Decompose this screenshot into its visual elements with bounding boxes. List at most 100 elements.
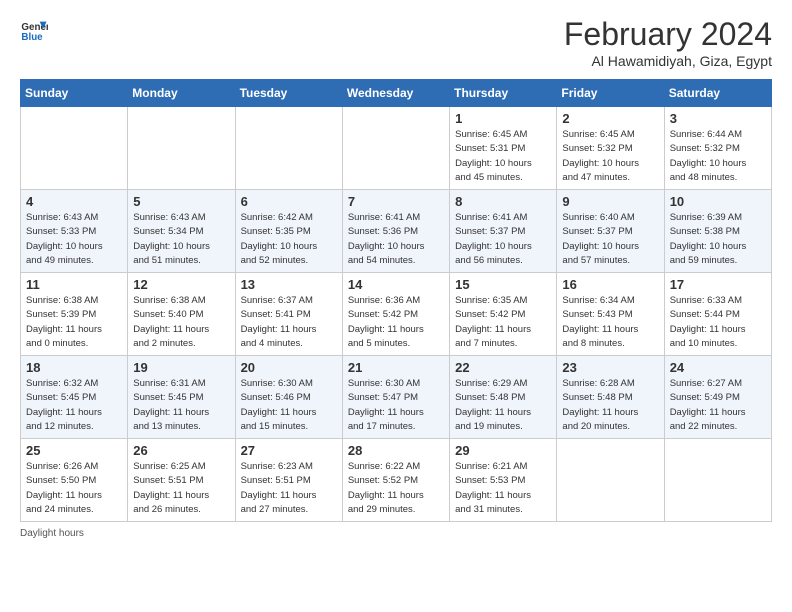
day-number: 12 <box>133 277 229 292</box>
day-number: 5 <box>133 194 229 209</box>
weekday-header: Wednesday <box>342 80 449 107</box>
month-title: February 2024 <box>564 16 772 53</box>
day-number: 20 <box>241 360 337 375</box>
footer-note: Daylight hours <box>20 528 772 539</box>
day-info: Sunrise: 6:26 AM Sunset: 5:50 PM Dayligh… <box>26 460 122 517</box>
location: Al Hawamidiyah, Giza, Egypt <box>564 53 772 69</box>
day-info: Sunrise: 6:40 AM Sunset: 5:37 PM Dayligh… <box>562 211 658 268</box>
day-info: Sunrise: 6:39 AM Sunset: 5:38 PM Dayligh… <box>670 211 766 268</box>
day-number: 17 <box>670 277 766 292</box>
calendar-cell: 21 Sunrise: 6:30 AM Sunset: 5:47 PM Dayli… <box>342 356 449 439</box>
weekday-header: Thursday <box>450 80 557 107</box>
day-info: Sunrise: 6:21 AM Sunset: 5:53 PM Dayligh… <box>455 460 551 517</box>
day-info: Sunrise: 6:25 AM Sunset: 5:51 PM Dayligh… <box>133 460 229 517</box>
calendar-cell: 8Sunrise: 6:41 AM Sunset: 5:37 PM Daylig… <box>450 190 557 273</box>
calendar-cell: 4 Sunrise: 6:43 AM Sunset: 5:33 PM Daylig… <box>21 190 128 273</box>
calendar-cell: 3 Sunrise: 6:44 AM Sunset: 5:32 PM Daylig… <box>664 107 771 190</box>
calendar-cell: 9 Sunrise: 6:40 AM Sunset: 5:37 PM Daylig… <box>557 190 664 273</box>
day-info: Sunrise: 6:30 AM Sunset: 5:47 PM Dayligh… <box>348 377 444 434</box>
day-number: 15 <box>455 277 551 292</box>
title-block: February 2024 Al Hawamidiyah, Giza, Egyp… <box>564 16 772 69</box>
calendar-cell: 27 Sunrise: 6:23 AM Sunset: 5:51 PM Dayli… <box>235 439 342 522</box>
calendar-cell <box>21 107 128 190</box>
calendar-cell: 26 Sunrise: 6:25 AM Sunset: 5:51 PM Dayli… <box>128 439 235 522</box>
calendar-cell: 7 Sunrise: 6:41 AM Sunset: 5:36 PM Daylig… <box>342 190 449 273</box>
weekday-header: Tuesday <box>235 80 342 107</box>
day-info: Sunrise: 6:27 AM Sunset: 5:49 PM Dayligh… <box>670 377 766 434</box>
calendar-cell: 17 Sunrise: 6:33 AM Sunset: 5:44 PM Dayli… <box>664 273 771 356</box>
page: General Blue February 2024 Al Hawamidiya… <box>0 0 792 549</box>
day-number: 26 <box>133 443 229 458</box>
day-number: 24 <box>670 360 766 375</box>
calendar-cell: 22 Sunrise: 6:29 AM Sunset: 5:48 PM Dayli… <box>450 356 557 439</box>
day-number: 19 <box>133 360 229 375</box>
calendar-cell: 15Sunrise: 6:35 AM Sunset: 5:42 PM Dayli… <box>450 273 557 356</box>
calendar-cell: 24 Sunrise: 6:27 AM Sunset: 5:49 PM Dayli… <box>664 356 771 439</box>
day-number: 23 <box>562 360 658 375</box>
day-number: 27 <box>241 443 337 458</box>
calendar-cell: 23 Sunrise: 6:28 AM Sunset: 5:48 PM Dayli… <box>557 356 664 439</box>
day-info: Sunrise: 6:45 AM Sunset: 5:31 PM Dayligh… <box>455 128 551 185</box>
day-number: 9 <box>562 194 658 209</box>
calendar-table: SundayMondayTuesdayWednesdayThursdayFrid… <box>20 79 772 522</box>
calendar-week-row: 1 Sunrise: 6:45 AM Sunset: 5:31 PM Daylig… <box>21 107 772 190</box>
day-number: 28 <box>348 443 444 458</box>
day-info: Sunrise: 6:33 AM Sunset: 5:44 PM Dayligh… <box>670 294 766 351</box>
day-number: 14 <box>348 277 444 292</box>
day-info: Sunrise: 6:41 AM Sunset: 5:36 PM Dayligh… <box>348 211 444 268</box>
calendar-cell: 25 Sunrise: 6:26 AM Sunset: 5:50 PM Dayli… <box>21 439 128 522</box>
day-info: Sunrise: 6:37 AM Sunset: 5:41 PM Dayligh… <box>241 294 337 351</box>
day-info: Sunrise: 6:44 AM Sunset: 5:32 PM Dayligh… <box>670 128 766 185</box>
header: General Blue February 2024 Al Hawamidiya… <box>20 16 772 69</box>
day-number: 25 <box>26 443 122 458</box>
day-number: 22 <box>455 360 551 375</box>
calendar-cell <box>128 107 235 190</box>
day-info: Sunrise: 6:43 AM Sunset: 5:34 PM Dayligh… <box>133 211 229 268</box>
day-number: 6 <box>241 194 337 209</box>
day-info: Sunrise: 6:41 AM Sunset: 5:37 PM Dayligh… <box>455 211 551 268</box>
calendar-cell: 11 Sunrise: 6:38 AM Sunset: 5:39 PM Dayli… <box>21 273 128 356</box>
day-number: 11 <box>26 277 122 292</box>
day-info: Sunrise: 6:29 AM Sunset: 5:48 PM Dayligh… <box>455 377 551 434</box>
calendar-cell: 2 Sunrise: 6:45 AM Sunset: 5:32 PM Daylig… <box>557 107 664 190</box>
day-info: Sunrise: 6:34 AM Sunset: 5:43 PM Dayligh… <box>562 294 658 351</box>
header-row: SundayMondayTuesdayWednesdayThursdayFrid… <box>21 80 772 107</box>
day-info: Sunrise: 6:38 AM Sunset: 5:39 PM Dayligh… <box>26 294 122 351</box>
day-info: Sunrise: 6:36 AM Sunset: 5:42 PM Dayligh… <box>348 294 444 351</box>
weekday-header: Monday <box>128 80 235 107</box>
calendar-week-row: 4 Sunrise: 6:43 AM Sunset: 5:33 PM Daylig… <box>21 190 772 273</box>
calendar-cell: 29 Sunrise: 6:21 AM Sunset: 5:53 PM Dayli… <box>450 439 557 522</box>
day-info: Sunrise: 6:30 AM Sunset: 5:46 PM Dayligh… <box>241 377 337 434</box>
calendar-cell: 6 Sunrise: 6:42 AM Sunset: 5:35 PM Daylig… <box>235 190 342 273</box>
calendar-week-row: 18Sunrise: 6:32 AM Sunset: 5:45 PM Dayli… <box>21 356 772 439</box>
day-number: 21 <box>348 360 444 375</box>
calendar-cell: 13 Sunrise: 6:37 AM Sunset: 5:41 PM Dayli… <box>235 273 342 356</box>
weekday-header: Friday <box>557 80 664 107</box>
calendar-cell: 5 Sunrise: 6:43 AM Sunset: 5:34 PM Daylig… <box>128 190 235 273</box>
logo: General Blue <box>20 16 48 44</box>
calendar-cell <box>664 439 771 522</box>
day-info: Sunrise: 6:23 AM Sunset: 5:51 PM Dayligh… <box>241 460 337 517</box>
day-number: 29 <box>455 443 551 458</box>
day-number: 13 <box>241 277 337 292</box>
day-number: 7 <box>348 194 444 209</box>
day-info: Sunrise: 6:28 AM Sunset: 5:48 PM Dayligh… <box>562 377 658 434</box>
day-info: Sunrise: 6:42 AM Sunset: 5:35 PM Dayligh… <box>241 211 337 268</box>
day-number: 1 <box>455 111 551 126</box>
calendar-cell: 12Sunrise: 6:38 AM Sunset: 5:40 PM Dayli… <box>128 273 235 356</box>
day-number: 18 <box>26 360 122 375</box>
day-number: 4 <box>26 194 122 209</box>
calendar-cell: 14 Sunrise: 6:36 AM Sunset: 5:42 PM Dayli… <box>342 273 449 356</box>
calendar-week-row: 25 Sunrise: 6:26 AM Sunset: 5:50 PM Dayli… <box>21 439 772 522</box>
day-number: 10 <box>670 194 766 209</box>
logo-icon: General Blue <box>20 16 48 44</box>
day-number: 3 <box>670 111 766 126</box>
day-number: 2 <box>562 111 658 126</box>
day-info: Sunrise: 6:22 AM Sunset: 5:52 PM Dayligh… <box>348 460 444 517</box>
day-info: Sunrise: 6:45 AM Sunset: 5:32 PM Dayligh… <box>562 128 658 185</box>
calendar-cell: 10 Sunrise: 6:39 AM Sunset: 5:38 PM Dayli… <box>664 190 771 273</box>
day-info: Sunrise: 6:31 AM Sunset: 5:45 PM Dayligh… <box>133 377 229 434</box>
day-info: Sunrise: 6:43 AM Sunset: 5:33 PM Dayligh… <box>26 211 122 268</box>
calendar-cell: 20 Sunrise: 6:30 AM Sunset: 5:46 PM Dayli… <box>235 356 342 439</box>
calendar-cell: 16Sunrise: 6:34 AM Sunset: 5:43 PM Dayli… <box>557 273 664 356</box>
